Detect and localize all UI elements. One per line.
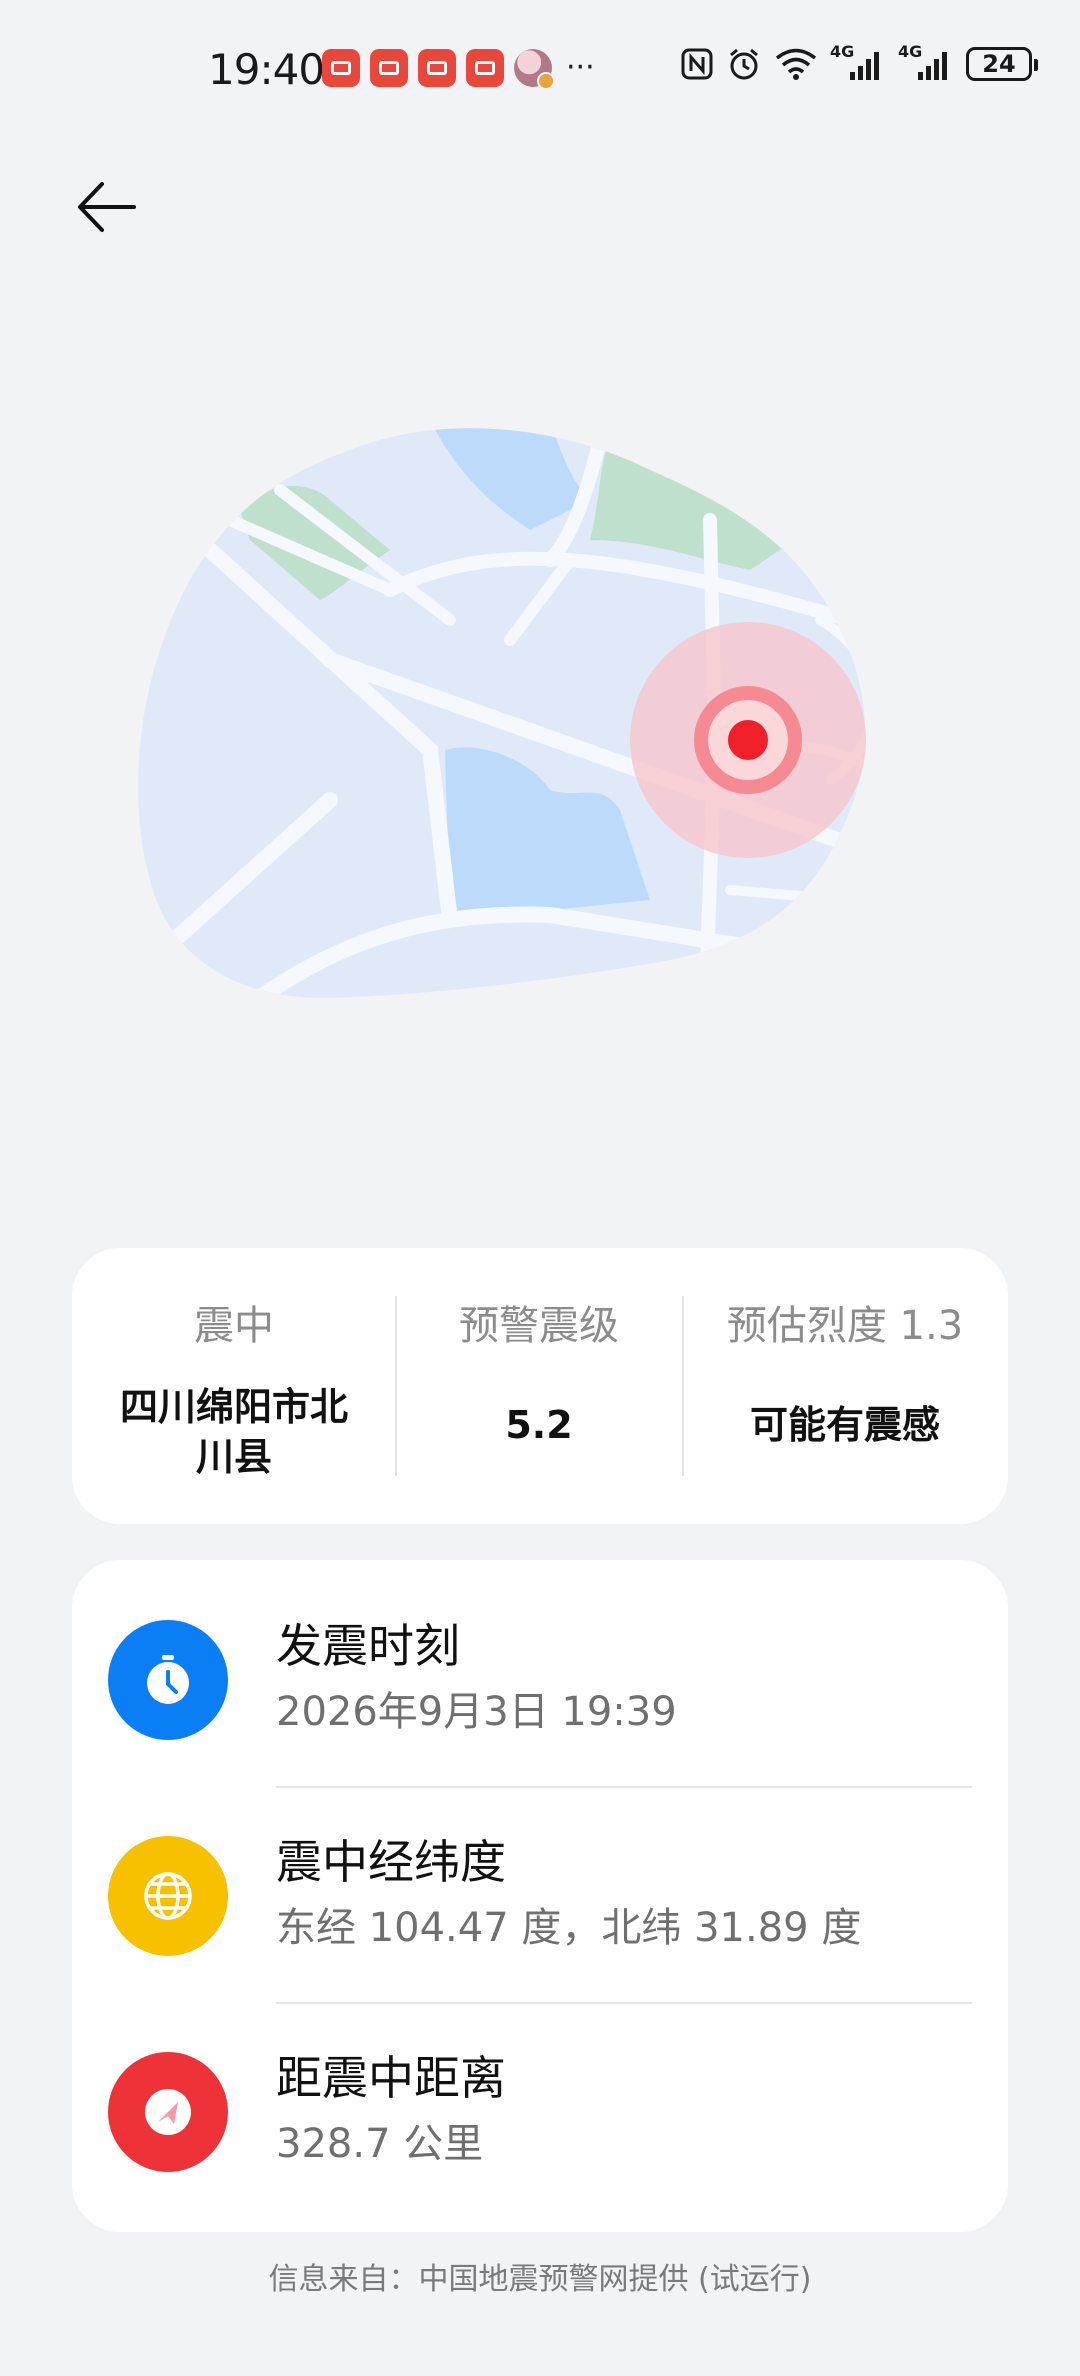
detail-row-distance: 距震中距离 328.7 公里 <box>72 1992 1008 2208</box>
signal-2: 4G <box>898 42 954 82</box>
epicenter-coordinates-value: 东经 104.47 度，北纬 31.89 度 <box>276 1905 862 1951</box>
intensity-column: 预估烈度 1.3 可能有震感 <box>682 1248 1008 1524</box>
detail-row-time: 发震时刻 2026年9月3日 19:39 <box>72 1560 1008 1776</box>
epicenter-marker-icon <box>728 720 768 760</box>
back-arrow-icon <box>78 182 136 232</box>
quake-time-title: 发震时刻 <box>276 1619 460 1673</box>
detail-row-coordinates: 震中经纬度 东经 104.47 度，北纬 31.89 度 <box>72 1776 1008 1992</box>
epicenter-map <box>138 428 866 999</box>
status-bar: 19:40 ··· 4G 4G 24 <box>0 0 1080 135</box>
back-button[interactable] <box>72 172 142 242</box>
earthquake-details-card: 发震时刻 2026年9月3日 19:39 震中经纬度 东经 104.47 度，北… <box>72 1560 1008 2232</box>
location-arrow-icon <box>108 2052 228 2172</box>
avatar-notification-icon <box>514 49 555 90</box>
news-app-notification-icon <box>322 49 360 87</box>
magnitude-value: 5.2 <box>505 1403 573 1447</box>
epicenter-label: 震中 <box>194 1303 274 1349</box>
epicenter-column: 震中 四川绵阳市北 川县 <box>72 1248 396 1524</box>
distance-value: 328.7 公里 <box>276 2121 484 2167</box>
epicenter-coordinates-title: 震中经纬度 <box>276 1835 506 1889</box>
epicenter-value-line2: 川县 <box>195 1435 272 1479</box>
epicenter-value: 四川绵阳市北 川县 <box>112 1382 356 1482</box>
epicenter-value-line1: 四川绵阳市北 <box>119 1385 348 1429</box>
earthquake-summary-card: 震中 四川绵阳市北 川县 预警震级 5.2 预估烈度 1.3 可能有震感 <box>72 1248 1008 1524</box>
status-time: 19:40 <box>208 45 325 94</box>
wifi-icon <box>775 48 817 80</box>
signal-icon <box>850 52 879 80</box>
alarm-icon <box>730 48 758 80</box>
notification-icons: ··· <box>322 49 595 90</box>
quake-time-value: 2026年9月3日 19:39 <box>276 1689 677 1735</box>
system-icons: 4G 4G 24 <box>680 42 1038 82</box>
globe-icon <box>108 1836 228 1956</box>
nfc-icon <box>681 48 713 80</box>
huawei-app-notification-icon <box>418 49 456 87</box>
data-source-note: 信息来自：中国地震预警网提供 (试运行) <box>268 2262 812 2297</box>
magnitude-label: 预警震级 <box>459 1303 619 1349</box>
book-app-notification-icon <box>370 49 408 87</box>
signal-icon <box>918 52 947 80</box>
signal-1: 4G <box>830 42 886 82</box>
intensity-label: 预估烈度 1.3 <box>726 1303 964 1349</box>
more-notifications-icon: ··· <box>566 50 595 85</box>
magnitude-column: 预警震级 5.2 <box>396 1248 682 1524</box>
reader-app-notification-icon <box>466 49 504 87</box>
battery-level: 24 <box>982 50 1016 78</box>
distance-title: 距震中距离 <box>276 2051 506 2105</box>
clock-icon <box>108 1620 228 1740</box>
intensity-value: 可能有震感 <box>749 1403 940 1447</box>
battery-icon: 24 <box>966 47 1038 81</box>
